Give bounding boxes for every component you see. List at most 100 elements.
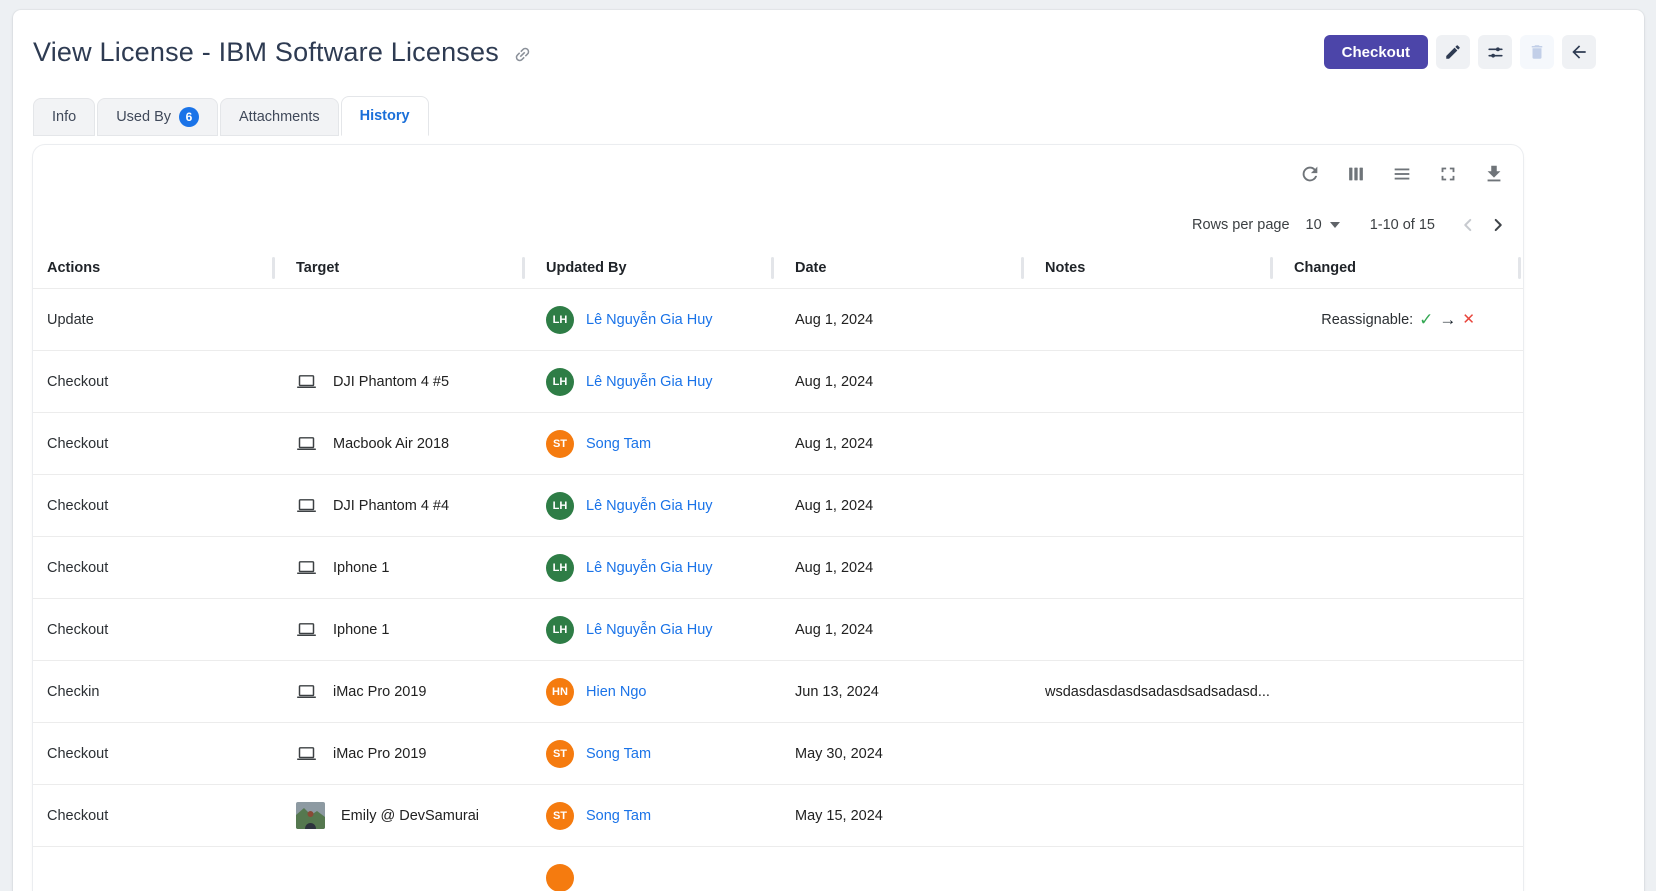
action-label: Checkout [47,746,108,762]
action-label: Checkin [47,684,99,700]
rows-per-page-label: Rows per page [1192,217,1290,233]
target-label: DJI Phantom 4 #4 [333,498,449,514]
date-label: Aug 1, 2024 [795,560,873,576]
tab-bar: Info Used By 6 Attachments History [33,96,1624,136]
action-label: Checkout [47,436,108,452]
avatar: HN [546,678,574,706]
page-title: View License - IBM Software Licenses [33,37,532,68]
target-label: Emily @ DevSamurai [341,808,479,824]
back-button[interactable] [1562,35,1596,69]
columns-button[interactable] [1341,159,1371,189]
tab-history[interactable]: History [341,96,429,136]
download-icon [1483,163,1505,185]
tab-attachments-label: Attachments [239,109,320,125]
avatar: LH [546,616,574,644]
table-row[interactable]: Checkout Iphone 1 LH Lê Nguyễn Gia Huy A… [33,537,1523,599]
date-label: Aug 1, 2024 [795,312,873,328]
tab-attachments[interactable]: Attachments [220,98,339,136]
table-row[interactable]: Checkout Iphone 1 LH Lê Nguyễn Gia Huy A… [33,599,1523,661]
settings-button[interactable] [1478,35,1512,69]
notes-label: wsdasdasdasdsadasdsadsadasd... [1045,684,1270,700]
page-title-text: View License - IBM Software Licenses [33,37,499,68]
table-row[interactable]: Checkout Macbook Air 2018 ST Song Tam Au… [33,413,1523,475]
download-button[interactable] [1479,159,1509,189]
date-label: May 15, 2024 [795,808,883,824]
column-header-notes[interactable]: Notes [1021,247,1270,288]
user-name-link[interactable]: Lê Nguyễn Gia Huy [586,374,713,390]
density-icon [1391,163,1413,185]
column-header-updated-by[interactable]: Updated By [522,247,771,288]
action-label: Checkout [47,560,108,576]
user-name-link[interactable]: Lê Nguyễn Gia Huy [586,560,713,576]
table-row[interactable]: Checkout Emily @ DevSamurai ST Song Tam … [33,785,1523,847]
avatar [546,864,574,891]
pencil-icon [1444,43,1462,61]
history-table-card: Rows per page 10 1-10 of 15 Actions Targ… [33,145,1523,891]
table-row[interactable]: Update LH Lê Nguyễn Gia Huy Aug 1, 2024 … [33,289,1523,351]
table-row[interactable]: Checkin iMac Pro 2019 HN Hien Ngo Jun 13… [33,661,1523,723]
action-label: Checkout [47,808,108,824]
avatar: LH [546,492,574,520]
laptop-icon [296,495,317,516]
date-label: Aug 1, 2024 [795,622,873,638]
chevron-right-icon [1487,214,1509,236]
column-header-actions[interactable]: Actions [33,247,272,288]
link-icon[interactable] [509,41,536,68]
table-row[interactable] [33,847,1523,891]
tab-used-by[interactable]: Used By 6 [97,98,218,136]
column-header-changed[interactable]: Changed [1270,247,1523,288]
target-label: Iphone 1 [333,560,389,576]
target-label: Macbook Air 2018 [333,436,449,452]
user-name-link[interactable]: Lê Nguyễn Gia Huy [586,312,713,328]
table-toolbar [33,145,1523,203]
check-icon: ✓ [1419,311,1433,328]
tune-icon [1486,43,1505,62]
table-header-row: Actions Target Updated By Date Notes Cha… [33,247,1523,289]
page-header: View License - IBM Software Licenses Che… [33,30,1624,74]
action-label: Checkout [47,622,108,638]
user-name-link[interactable]: Lê Nguyễn Gia Huy [586,622,713,638]
table-row[interactable]: Checkout DJI Phantom 4 #5 LH Lê Nguyễn G… [33,351,1523,413]
user-name-link[interactable]: Song Tam [586,436,651,452]
header-actions: Checkout [1324,35,1624,69]
table-row[interactable]: Checkout iMac Pro 2019 ST Song Tam May 3… [33,723,1523,785]
fullscreen-icon [1437,163,1459,185]
avatar: LH [546,306,574,334]
column-header-target[interactable]: Target [272,247,522,288]
tab-used-by-label: Used By [116,109,171,125]
refresh-button[interactable] [1295,159,1325,189]
user-name-link[interactable]: Song Tam [586,808,651,824]
laptop-icon [296,371,317,392]
caret-down-icon [1330,222,1340,228]
date-label: May 30, 2024 [795,746,883,762]
user-name-link[interactable]: Lê Nguyễn Gia Huy [586,498,713,514]
delete-button [1520,35,1554,69]
tab-info[interactable]: Info [33,98,95,136]
arrow-right-icon: → [1439,311,1456,328]
fullscreen-button[interactable] [1433,159,1463,189]
edit-button[interactable] [1436,35,1470,69]
user-name-link[interactable]: Hien Ngo [586,684,646,700]
refresh-icon [1299,163,1321,185]
tab-history-label: History [360,108,410,124]
density-button[interactable] [1387,159,1417,189]
target-label: iMac Pro 2019 [333,746,427,762]
action-label: Update [47,312,94,328]
avatar: ST [546,740,574,768]
laptop-icon [296,557,317,578]
user-name-link[interactable]: Song Tam [586,746,651,762]
trash-icon [1528,43,1546,61]
columns-icon [1345,163,1367,185]
checkout-button[interactable]: Checkout [1324,35,1428,69]
rows-per-page-select[interactable]: 10 [1306,217,1340,233]
table-body: Update LH Lê Nguyễn Gia Huy Aug 1, 2024 … [33,289,1523,891]
chevron-left-icon [1457,214,1479,236]
next-page-button[interactable] [1483,210,1513,240]
laptop-icon [296,681,317,702]
column-header-date[interactable]: Date [771,247,1021,288]
changed-field-label: Reassignable: [1321,312,1413,328]
date-label: Aug 1, 2024 [795,374,873,390]
laptop-icon [296,619,317,640]
cross-icon: ✕ [1462,312,1475,327]
table-row[interactable]: Checkout DJI Phantom 4 #4 LH Lê Nguyễn G… [33,475,1523,537]
